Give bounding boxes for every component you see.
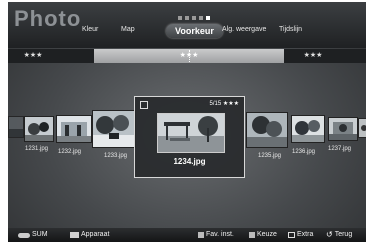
photo-thumbnail[interactable] bbox=[92, 110, 136, 148]
tab-alg-weergave[interactable]: Alg. weergave bbox=[222, 26, 266, 33]
photo-thumbnail[interactable] bbox=[24, 116, 54, 142]
extra-button[interactable]: Extra bbox=[288, 228, 313, 242]
page-dot-active bbox=[206, 16, 210, 20]
tab-kleur[interactable]: Kleur bbox=[82, 26, 98, 33]
color-key-icon bbox=[249, 232, 255, 238]
photo-browser-screen: Photo Kleur Map Voorkeur Alg. weergave T… bbox=[8, 2, 366, 242]
app-title: Photo bbox=[14, 6, 82, 31]
photo-thumbnail[interactable] bbox=[328, 117, 358, 141]
back-button[interactable]: ↺ Terug bbox=[326, 228, 352, 242]
photo-filename: 1237.jpg bbox=[328, 146, 352, 152]
page-dot bbox=[192, 16, 196, 20]
photo-filename: 1235.jpg bbox=[258, 153, 282, 159]
back-label: Terug bbox=[334, 231, 353, 238]
rating-group-right[interactable]: ★★★ bbox=[298, 49, 328, 63]
footer-bar: SUM Apparaat Fav. inst. Keuze Extra ↺ Te… bbox=[8, 228, 366, 242]
photo-filename: 1231.jpg bbox=[25, 146, 49, 152]
selected-photo-panel[interactable]: 5/15 ★★★ 1234.jpg bbox=[134, 96, 245, 178]
tools-icon bbox=[288, 232, 295, 238]
device-label: Apparaat bbox=[81, 231, 110, 238]
rating-group-left[interactable]: ★★★ bbox=[18, 49, 48, 63]
return-icon: ↺ bbox=[326, 230, 333, 239]
favorite-settings-button[interactable]: Fav. inst. bbox=[198, 228, 234, 242]
page-indicator bbox=[178, 16, 210, 20]
photo-filename: 1232.jpg bbox=[58, 149, 82, 155]
device-button[interactable]: Apparaat bbox=[70, 228, 109, 242]
selected-photo-thumbnail[interactable] bbox=[157, 113, 225, 153]
device-icon bbox=[70, 232, 79, 238]
select-label: Keuze bbox=[257, 231, 277, 238]
page-dot bbox=[199, 16, 203, 20]
photo-filename: 1233.jpg bbox=[104, 153, 128, 159]
top-bar: Photo Kleur Map Voorkeur Alg. weergave T… bbox=[8, 2, 366, 48]
tab-map[interactable]: Map bbox=[121, 26, 135, 33]
photo-filename: 1236.jpg bbox=[292, 149, 316, 155]
photo-thumbnail[interactable] bbox=[56, 115, 92, 143]
page-dot bbox=[185, 16, 189, 20]
rating-scroll-marker bbox=[189, 50, 192, 62]
favorite-settings-label: Fav. inst. bbox=[206, 231, 234, 238]
sum-button[interactable]: SUM bbox=[18, 228, 48, 242]
extra-label: Extra bbox=[297, 231, 314, 238]
select-button[interactable]: Keuze bbox=[249, 228, 277, 242]
sum-icon bbox=[18, 232, 30, 238]
selected-photo-filename: 1234.jpg bbox=[173, 157, 206, 166]
color-key-icon bbox=[198, 232, 204, 238]
page-dot bbox=[178, 16, 182, 20]
photo-thumbnail[interactable] bbox=[291, 115, 325, 143]
photo-thumbnail-edge-right[interactable] bbox=[358, 118, 366, 138]
tab-tijdslijn[interactable]: Tijdslijn bbox=[279, 26, 302, 33]
rating-bar: ★★★ ★★★ ★★★ bbox=[8, 49, 366, 63]
photo-counter: 5/15 ★★★ bbox=[209, 101, 239, 107]
tab-voorkeur[interactable]: Voorkeur bbox=[166, 24, 223, 38]
sum-label: SUM bbox=[32, 231, 48, 238]
select-checkbox[interactable] bbox=[140, 101, 148, 109]
photo-thumbnail[interactable] bbox=[246, 112, 288, 148]
photo-thumbnail-edge-left[interactable] bbox=[8, 116, 24, 138]
